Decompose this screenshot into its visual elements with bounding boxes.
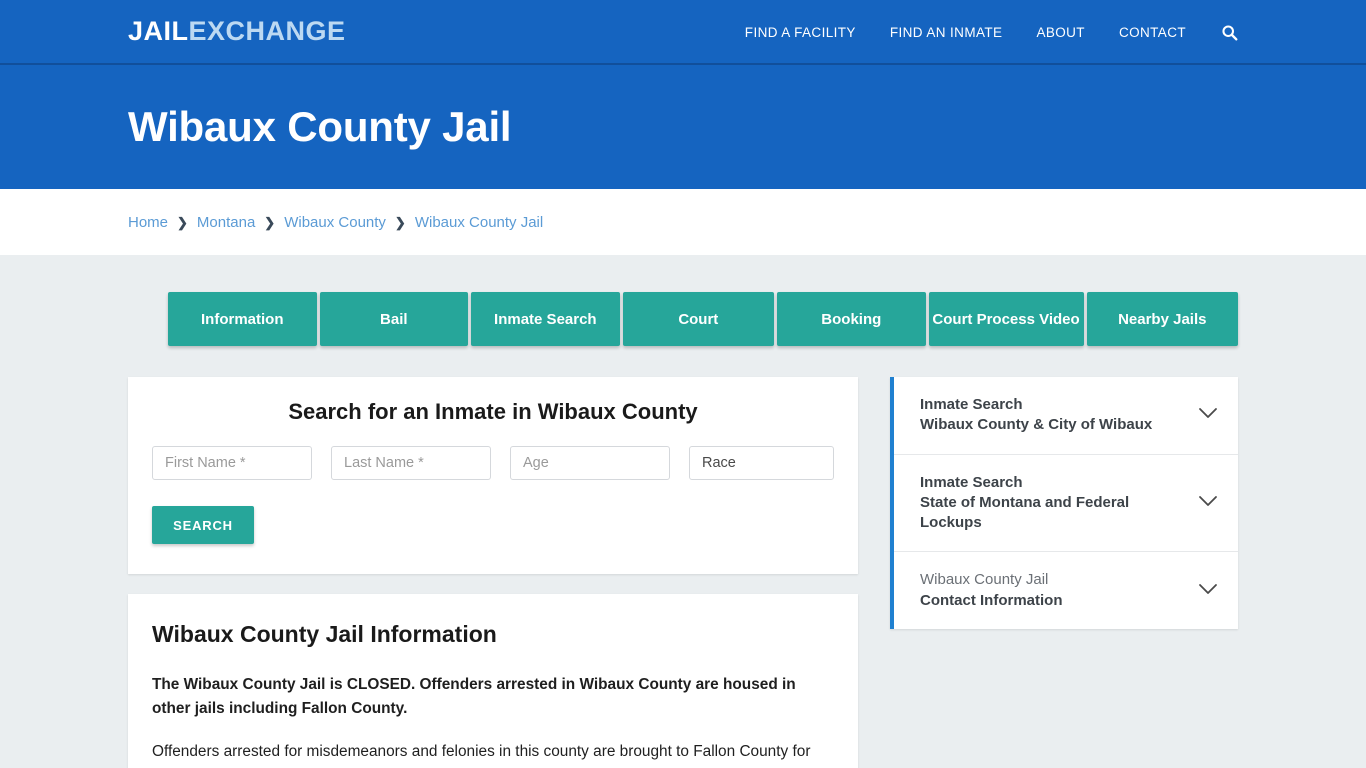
content-container: Information Bail Inmate Search Court Boo… [128, 292, 1238, 768]
section-tabs: Information Bail Inmate Search Court Boo… [168, 292, 1238, 346]
logo-text-exchange: EXCHANGE [188, 16, 346, 46]
sidebar-column: Inmate Search Wibaux County & City of Wi… [890, 377, 1238, 629]
nav-item-find-a-facility[interactable]: FIND A FACILITY [728, 25, 873, 40]
chevron-right-icon: ❯ [264, 214, 276, 230]
tab-bail[interactable]: Bail [319, 292, 469, 346]
accordion-item-label: Inmate Search Wibaux County & City of Wi… [920, 395, 1152, 436]
accordion-item-inmate-search-county[interactable]: Inmate Search Wibaux County & City of Wi… [894, 377, 1238, 455]
breadcrumb-item-wibaux-county[interactable]: Wibaux County [284, 214, 386, 231]
jail-information-paragraph: Offenders arrested for misdemeanors and … [152, 740, 834, 768]
inmate-search-fields: Race [152, 446, 834, 480]
breadcrumb: Home ❯ Montana ❯ Wibaux County ❯ Wibaux … [128, 214, 543, 231]
accordion-item-contact-information[interactable]: Wibaux County Jail Contact Information [894, 552, 1238, 629]
hero-banner: Wibaux County Jail [0, 65, 1366, 189]
logo-text-jail: JAIL [128, 16, 189, 46]
inmate-search-panel: Search for an Inmate in Wibaux County Ra… [128, 377, 858, 574]
paragraph-text-part1: Offenders arrested for misdemeanors and … [152, 742, 811, 760]
accordion-line-2: State of Montana and Federal Lockups [920, 493, 1130, 531]
content-columns: Search for an Inmate in Wibaux County Ra… [128, 377, 1238, 768]
tab-inmate-search[interactable]: Inmate Search [471, 292, 620, 346]
accordion-line-1: Wibaux County Jail [920, 571, 1049, 589]
breadcrumb-item-wibaux-county-jail[interactable]: Wibaux County Jail [415, 214, 543, 231]
inmate-search-title: Search for an Inmate in Wibaux County [288, 399, 698, 424]
tab-information[interactable]: Information [168, 292, 317, 346]
tab-court[interactable]: Court [622, 292, 775, 346]
main-navigation: FIND A FACILITY FIND AN INMATE ABOUT CON… [728, 0, 1238, 65]
sidebar-accordion: Inmate Search Wibaux County & City of Wi… [890, 377, 1238, 629]
chevron-down-icon[interactable] [1198, 406, 1218, 424]
jail-closed-notice: The Wibaux County Jail is CLOSED. Offend… [152, 676, 796, 717]
tab-booking[interactable]: Booking [777, 292, 926, 346]
chevron-down-icon[interactable] [1198, 582, 1218, 600]
accordion-item-label: Inmate Search State of Montana and Feder… [920, 473, 1184, 534]
tab-nearby-jails[interactable]: Nearby Jails [1086, 292, 1238, 346]
accordion-line-1: Inmate Search [920, 396, 1023, 413]
last-name-input[interactable] [331, 446, 491, 480]
nav-item-find-an-inmate[interactable]: FIND AN INMATE [873, 25, 1020, 40]
jail-information-heading: Wibaux County Jail Information [152, 621, 497, 647]
page-title: Wibaux County Jail [128, 103, 512, 150]
first-name-input[interactable] [152, 446, 312, 480]
age-input[interactable] [510, 446, 670, 480]
search-button[interactable]: SEARCH [152, 506, 254, 544]
breadcrumb-item-home[interactable]: Home [128, 214, 168, 231]
search-icon[interactable] [1203, 24, 1238, 41]
race-select[interactable]: Race [689, 446, 834, 480]
breadcrumb-item-montana[interactable]: Montana [197, 214, 255, 231]
chevron-right-icon: ❯ [394, 214, 406, 230]
chevron-right-icon: ❯ [177, 214, 188, 230]
page-body: Information Bail Inmate Search Court Boo… [0, 255, 1366, 768]
accordion-line-1: Inmate Search [920, 473, 1023, 491]
chevron-down-icon[interactable] [1198, 494, 1218, 512]
main-column: Search for an Inmate in Wibaux County Ra… [128, 377, 858, 768]
tab-court-process-video[interactable]: Court Process Video [928, 292, 1084, 346]
site-header: JAILEXCHANGE FIND A FACILITY FIND AN INM… [0, 0, 1366, 65]
jail-information-panel: Wibaux County Jail Information The Wibau… [128, 594, 858, 768]
nav-item-about[interactable]: ABOUT [1019, 25, 1102, 40]
breadcrumb-bar: Home ❯ Montana ❯ Wibaux County ❯ Wibaux … [0, 189, 1366, 255]
accordion-line-2: Wibaux County & City of Wibaux [920, 416, 1153, 434]
accordion-item-label: Wibaux County Jail Contact Information [920, 570, 1063, 611]
accordion-line-2: Contact Information [920, 591, 1063, 609]
nav-item-contact[interactable]: CONTACT [1102, 25, 1203, 40]
accordion-item-inmate-search-state[interactable]: Inmate Search State of Montana and Feder… [894, 455, 1238, 553]
site-logo[interactable]: JAILEXCHANGE [128, 18, 346, 45]
